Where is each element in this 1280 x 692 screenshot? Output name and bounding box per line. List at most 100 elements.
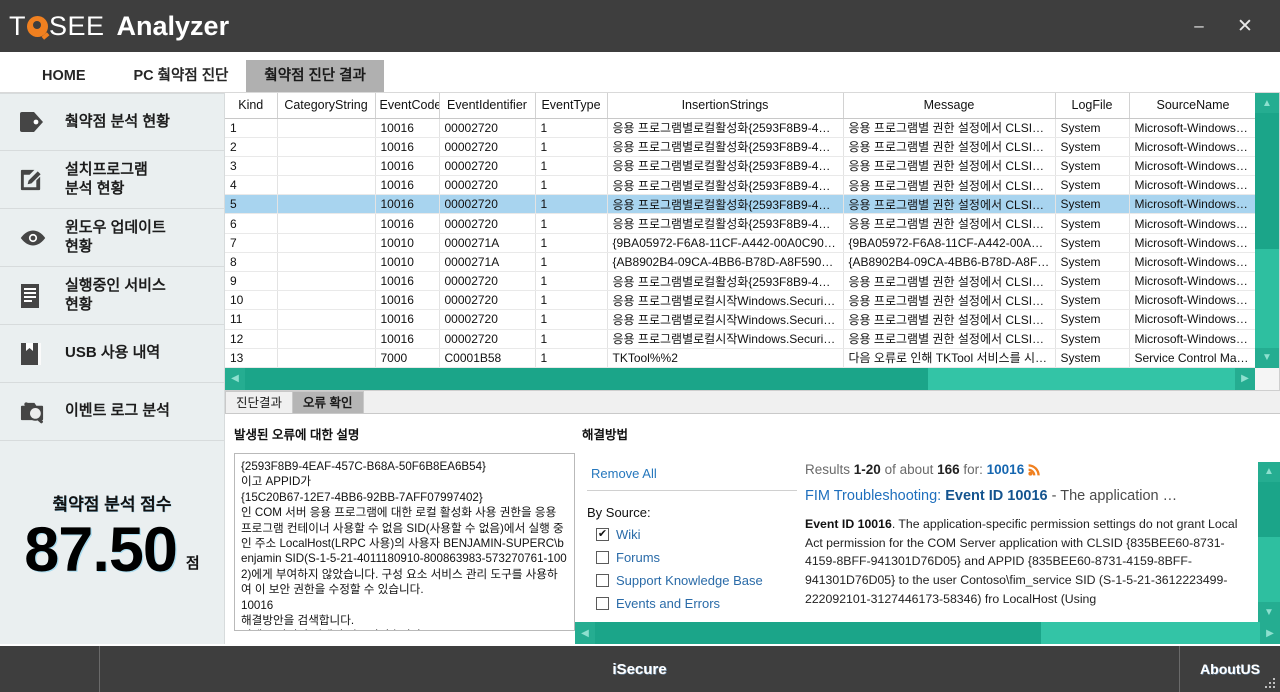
close-button[interactable]: ✕ — [1222, 0, 1268, 52]
checkbox-icon[interactable] — [596, 550, 609, 564]
event-table[interactable]: Kind CategoryString EventCode EventIdent… — [225, 93, 1255, 368]
cell-eventidentifier: 00002720 — [439, 156, 536, 177]
filter-forums[interactable]: Forums — [587, 550, 805, 565]
cell-sourcename: Microsoft-Windows-D… — [1129, 213, 1255, 234]
hscroll-track[interactable] — [245, 367, 1235, 390]
table-row[interactable]: 6 10016 00002720 1 응용 프로그램별로컬활성화{2593F8B9-4…… — [225, 213, 1255, 234]
table-vertical-scrollbar[interactable]: ▲ ▼ — [1254, 93, 1279, 368]
table-horizontal-scrollbar[interactable]: ◀ ▶ — [225, 367, 1255, 390]
table-row[interactable]: 13 7000 C0001B58 1 TKTool%%2 다음 오류로 인해 TKTool… — [225, 348, 1255, 368]
table-row[interactable]: 2 10016 00002720 1 응용 프로그램별로컬활성화{2593F8B9-4…… — [225, 137, 1255, 157]
error-description-text[interactable]: {2593F8B9-4EAF-457C-B68A-50F6B8EA6B54} 이… — [234, 452, 575, 631]
result-snippet: Event ID 10016. The application-specific… — [805, 515, 1256, 608]
cell-categorystring — [277, 252, 376, 273]
resize-grip-icon[interactable] — [1265, 678, 1275, 688]
scroll-left-arrow-icon[interactable]: ◀ — [575, 622, 595, 644]
column-header-logfile[interactable]: LogFile — [1055, 93, 1130, 119]
cell-eventtype: 1 — [535, 137, 608, 157]
filter-label: Events and Errors — [616, 595, 721, 611]
filter-wiki[interactable]: Wiki — [587, 527, 805, 542]
column-header-kind[interactable]: Kind — [225, 93, 278, 119]
results-horizontal-scrollbar[interactable]: ◀ ▶ — [575, 622, 1280, 644]
scroll-down-arrow-icon[interactable]: ▼ — [1258, 602, 1280, 622]
column-header-sourcename[interactable]: SourceName — [1129, 93, 1255, 119]
table-row[interactable]: 5 10016 00002720 1 응용 프로그램별로컬활성화{2593F8B9-4…… — [225, 194, 1255, 215]
result-title-link[interactable]: FIM Troubleshooting: Event ID 10016 - Th… — [805, 488, 1256, 504]
cell-sourcename: Service Control Mana… — [1129, 348, 1255, 368]
results-vertical-scrollbar[interactable]: ▲ ▼ — [1258, 461, 1280, 622]
about-us-button[interactable]: AboutUS — [1180, 646, 1280, 692]
error-description-pane: 발생된 오류에 대한 설명 {2593F8B9-4EAF-457C-B68A-5… — [225, 414, 575, 644]
table-row[interactable]: 9 10016 00002720 1 응용 프로그램별로컬활성화{2593F8B9-4…… — [225, 271, 1255, 292]
sidebar-item-windows-update[interactable]: 윈도우 업데이트 현황 — [0, 209, 224, 267]
scroll-down-arrow-icon[interactable]: ▼ — [1254, 347, 1279, 368]
results-middle: of about — [880, 461, 938, 477]
hscroll-thumb[interactable] — [595, 622, 1041, 644]
scroll-right-arrow-icon[interactable]: ▶ — [1260, 622, 1280, 644]
tab-home[interactable]: HOME — [12, 60, 116, 92]
lower-tab-diagnosis-result[interactable]: 진단결과 — [225, 390, 294, 413]
scroll-thumb[interactable] — [1254, 113, 1279, 250]
sidebar-item-event-log-analysis[interactable]: 이벤트 로그 분석 — [0, 383, 224, 441]
column-header-eventcode[interactable]: EventCode — [375, 93, 440, 119]
checkbox-icon[interactable] — [596, 527, 609, 541]
checkbox-icon[interactable] — [596, 573, 609, 587]
cell-logfile: System — [1055, 271, 1130, 292]
lower-tab-error-check[interactable]: 오류 확인 — [292, 390, 364, 413]
cell-categorystring — [277, 348, 376, 368]
column-header-eventtype[interactable]: EventType — [535, 93, 608, 119]
sidebar-item-usb-history[interactable]: USB 사용 내역 — [0, 325, 224, 383]
cell-kind: 8 — [225, 252, 278, 273]
remove-all-link[interactable]: Remove All — [587, 462, 805, 490]
scroll-right-arrow-icon[interactable]: ▶ — [1235, 367, 1255, 390]
results-for-label: for: — [959, 461, 987, 477]
table-row[interactable]: 3 10016 00002720 1 응용 프로그램별로컬활성화{2593F8B9-4…… — [225, 156, 1255, 177]
minimize-button[interactable]: – — [1176, 0, 1222, 52]
table-bottom-scroll-row: ◀ ▶ — [225, 367, 1279, 390]
cell-eventidentifier: 00002720 — [439, 137, 536, 157]
tab-vulnerability-results[interactable]: 췈약점 진단 결과 — [246, 60, 384, 92]
cell-eventtype: 1 — [535, 213, 608, 234]
cell-eventcode: 10016 — [375, 213, 440, 234]
sidebar-item-running-services[interactable]: 실행중인 서비스 현황 — [0, 267, 224, 325]
column-header-eventidentifier[interactable]: EventIdentifier — [439, 93, 536, 119]
table-row[interactable]: 12 10016 00002720 1 응용 프로그램별로컬시작Windows.Secu… — [225, 329, 1255, 349]
score-value: 87.50 — [24, 514, 178, 585]
table-row[interactable]: 1 10016 00002720 1 응용 프로그램별로컬활성화{2593F8B9-4…… — [225, 118, 1255, 138]
scroll-track[interactable] — [1258, 481, 1280, 602]
sidebar-item-vulnerability-analysis[interactable]: 췈약점 분석 현황 — [0, 93, 224, 151]
hscroll-thumb[interactable] — [245, 367, 929, 390]
table-row[interactable]: 7 10010 0000271A 1 {9BA05972-F6A8-11CF-A442-… — [225, 233, 1255, 253]
cell-message: 응용 프로그램별 권한 설정에서 CLSID가 … — [843, 309, 1056, 330]
scroll-left-arrow-icon[interactable]: ◀ — [225, 367, 245, 390]
checkbox-icon[interactable] — [596, 596, 609, 610]
cell-logfile: System — [1055, 156, 1130, 177]
table-row[interactable]: 8 10010 0000271A 1 {AB8902B4-09CA-4BB6-B78D-… — [225, 252, 1255, 273]
column-header-insertionstrings[interactable]: InsertionStrings — [607, 93, 844, 119]
cell-categorystring — [277, 309, 376, 330]
cell-eventidentifier: 00002720 — [439, 194, 536, 215]
sidebar-item-label: 실행중인 서비스 현황 — [65, 277, 166, 313]
solution-pane: 해결방법 Remove All By Source: Wiki — [575, 414, 1280, 644]
column-header-message[interactable]: Message — [843, 93, 1056, 119]
scroll-up-arrow-icon[interactable]: ▲ — [1258, 461, 1280, 482]
filter-support-knowledge-base[interactable]: Support Knowledge Base — [587, 573, 805, 588]
cell-eventidentifier: 00002720 — [439, 118, 536, 138]
filter-events-and-errors[interactable]: Events and Errors — [587, 596, 805, 611]
cell-logfile: System — [1055, 118, 1130, 138]
tab-pc-vulnerability-scan[interactable]: PC 췈약점 진단 — [116, 60, 247, 92]
cell-eventidentifier: 00002720 — [439, 290, 536, 311]
rss-icon[interactable] — [1028, 463, 1041, 476]
sidebar-item-installed-programs[interactable]: 설치프로그램 분석 현황 — [0, 151, 224, 209]
column-header-categorystring[interactable]: CategoryString — [277, 93, 376, 119]
table-row[interactable]: 10 10016 00002720 1 응용 프로그램별로컬시작Windows.Secu… — [225, 290, 1255, 311]
footer-left-spacer — [0, 646, 100, 692]
cell-kind: 5 — [225, 194, 278, 215]
cell-insertionstrings: 응용 프로그램별로컬활성화{2593F8B9-4… — [607, 175, 844, 196]
scroll-up-arrow-icon[interactable]: ▲ — [1254, 93, 1279, 113]
table-row[interactable]: 11 10016 00002720 1 응용 프로그램별로컬시작Windows.Secu… — [225, 309, 1255, 330]
scroll-track[interactable] — [1254, 113, 1279, 348]
table-row[interactable]: 4 10016 00002720 1 응용 프로그램별로컬활성화{2593F8B9-4…… — [225, 175, 1255, 196]
hscroll-track[interactable] — [595, 622, 1260, 644]
scroll-thumb[interactable] — [1258, 481, 1280, 538]
